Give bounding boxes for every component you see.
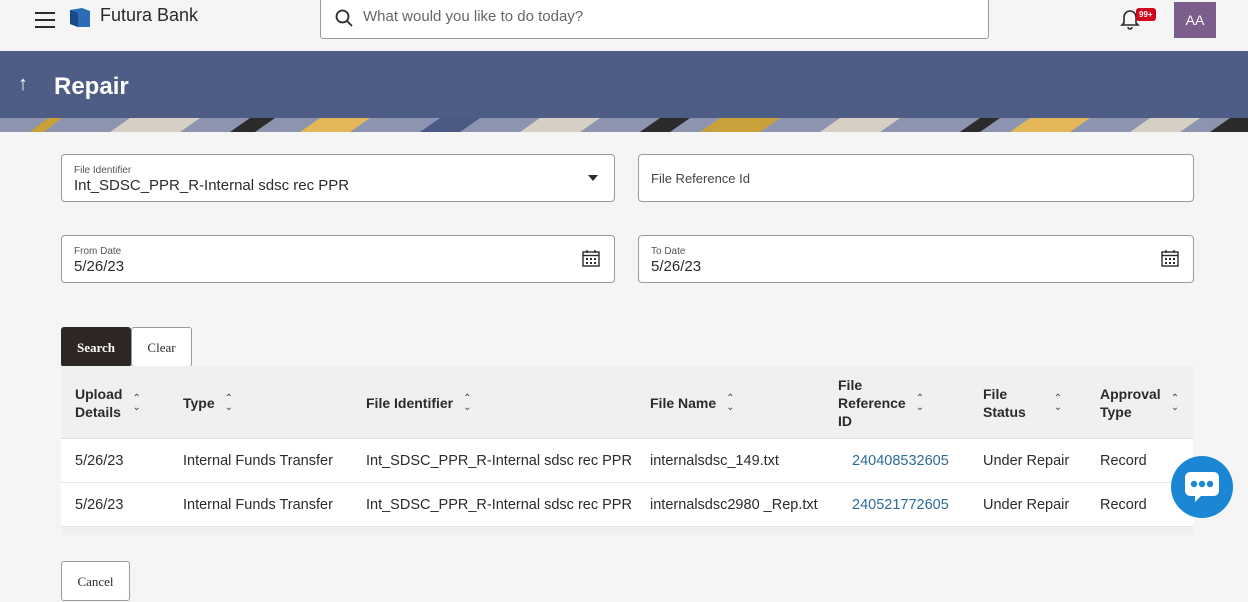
user-avatar[interactable]: AA [1174, 2, 1216, 38]
top-bar: Futura Bank 99+ AA [0, 0, 1248, 51]
file-name-cell: internalsdsc2980 _Rep.txt [650, 497, 818, 513]
banner-decoration [0, 118, 1248, 132]
file-status-cell: Under Repair [983, 453, 1070, 469]
to-date-label: To Date [651, 246, 686, 257]
upload-details-cell: 5/26/23 [75, 497, 124, 513]
file-identifier-dropdown[interactable]: File Identifier Int_SDSC_PPR_R-Internal … [61, 154, 615, 202]
file-reference-id-placeholder: File Reference Id [651, 171, 750, 186]
results-table: Upload Details ⌃ ⌄ Type ⌃ ⌄ File Identifier… [61, 366, 1193, 535]
brand-name: Futura Bank [100, 5, 199, 25]
column-upload-details[interactable]: Upload Details ⌃ ⌄ [75, 366, 141, 439]
table-row: 5/26/23 Internal Funds Transfer Int_SDSC… [61, 439, 1193, 483]
to-date-value: 5/26/23 [651, 258, 702, 275]
approval-type-cell: Record [1100, 453, 1147, 469]
type-cell: Internal Funds Transfer [183, 497, 333, 513]
sort-icon[interactable]: ⌃ ⌄ [225, 393, 233, 412]
back-arrow-icon[interactable]: ↑ [18, 73, 28, 96]
from-date-label: From Date [74, 246, 122, 257]
search-icon [335, 9, 353, 27]
hamburger-menu-icon[interactable] [35, 12, 55, 28]
calendar-icon[interactable] [582, 249, 600, 267]
search-input[interactable] [363, 8, 963, 25]
table-row: 5/26/23 Internal Funds Transfer Int_SDSC… [61, 483, 1193, 527]
file-reference-link[interactable]: 240521772605 [852, 483, 949, 527]
bank-logo-icon [70, 8, 90, 27]
page-banner: ↑ Repair [0, 51, 1248, 132]
column-approval-type[interactable]: Approval Type ⌃ ⌄ [1100, 366, 1179, 439]
chat-button[interactable] [1171, 456, 1233, 518]
chat-bubble-icon [1185, 472, 1219, 502]
file-identifier-value: Int_SDSC_PPR_R-Internal sdsc rec PPR [74, 177, 350, 194]
to-date-field[interactable]: To Date 5/26/23 [638, 235, 1194, 283]
search-button[interactable]: Search [61, 327, 131, 367]
file-name-cell: internalsdsc_149.txt [650, 453, 779, 469]
upload-details-cell: 5/26/23 [75, 453, 124, 469]
sort-icon[interactable]: ⌃ ⌄ [726, 393, 734, 412]
file-reference-link[interactable]: 240408532605 [852, 439, 949, 483]
column-file-name[interactable]: File Name ⌃ ⌄ [650, 366, 735, 439]
calendar-icon[interactable] [1161, 249, 1179, 267]
from-date-value: 5/26/23 [74, 258, 125, 275]
global-search[interactable] [320, 0, 989, 39]
sort-icon[interactable]: ⌃ ⌄ [463, 393, 471, 412]
type-cell: Internal Funds Transfer [183, 453, 333, 469]
sort-icon[interactable]: ⌃ ⌄ [1171, 393, 1179, 412]
column-file-reference-id[interactable]: File Reference ID ⌃ ⌄ [838, 366, 924, 439]
chevron-down-icon[interactable] [588, 175, 598, 181]
page-title: Repair [54, 73, 129, 100]
column-type[interactable]: Type ⌃ ⌄ [183, 366, 233, 439]
clear-button[interactable]: Clear [131, 327, 192, 367]
file-status-cell: Under Repair [983, 497, 1070, 513]
file-identifier-cell: Int_SDSC_PPR_R-Internal sdsc rec PPR [366, 497, 632, 513]
table-header: Upload Details ⌃ ⌄ Type ⌃ ⌄ File Identifier… [61, 366, 1193, 439]
cancel-button[interactable]: Cancel [61, 561, 130, 601]
sort-icon[interactable]: ⌃ ⌄ [916, 393, 924, 412]
column-file-identifier[interactable]: File Identifier ⌃ ⌄ [366, 366, 472, 439]
notification-badge: 99+ [1136, 8, 1156, 21]
table-footer [61, 527, 1193, 535]
file-reference-id-field[interactable]: File Reference Id [638, 154, 1194, 202]
sort-icon[interactable]: ⌃ ⌄ [132, 393, 140, 412]
file-identifier-cell: Int_SDSC_PPR_R-Internal sdsc rec PPR [366, 453, 632, 469]
approval-type-cell: Record [1100, 497, 1147, 513]
column-file-status[interactable]: File Status ⌃ ⌄ [983, 366, 1062, 439]
from-date-field[interactable]: From Date 5/26/23 [61, 235, 615, 283]
sort-icon[interactable]: ⌃ ⌄ [1054, 393, 1062, 412]
file-identifier-label: File Identifier [74, 165, 132, 176]
